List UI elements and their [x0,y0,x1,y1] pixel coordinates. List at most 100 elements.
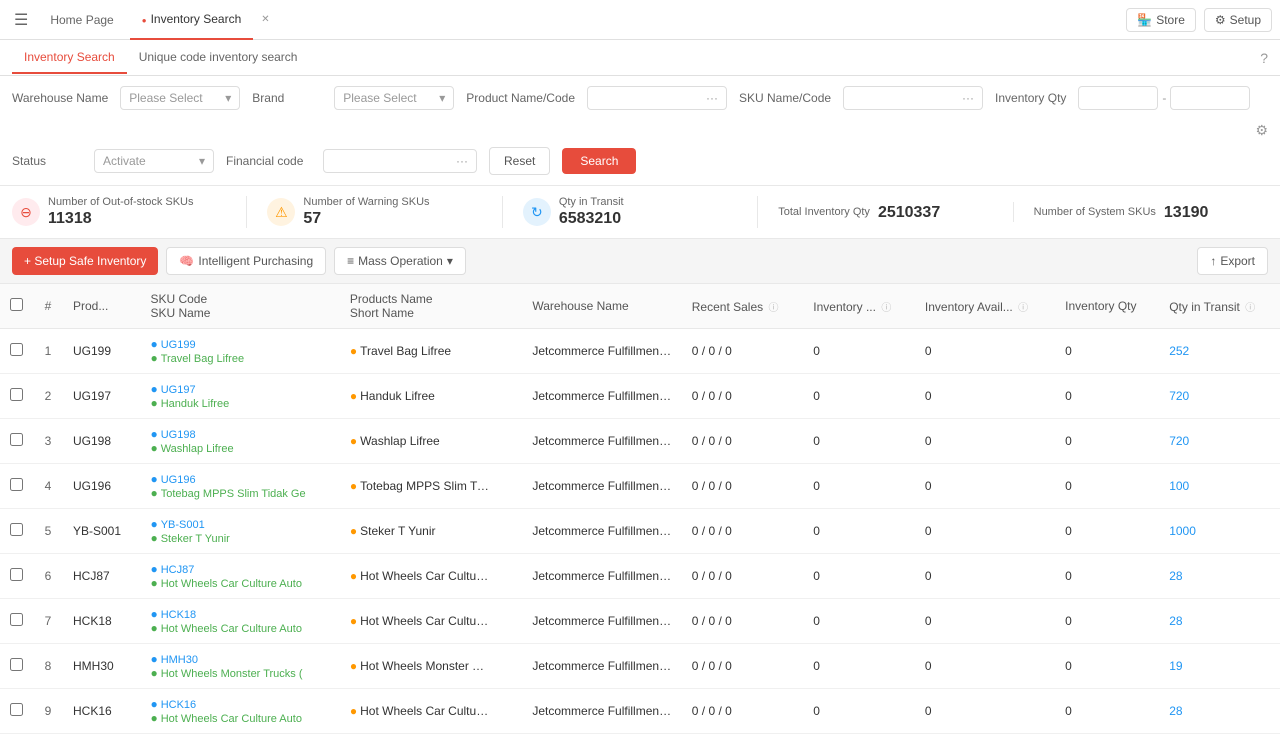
mass-operation-button[interactable]: ≡ Mass Operation ▾ [334,247,466,275]
row-warehouse: Jetcommerce Fulfillment Cente [522,509,681,554]
row-checkbox-5[interactable] [10,568,23,581]
financial-dots-icon[interactable]: ··· [456,154,468,168]
mass-op-label: Mass Operation [358,254,443,268]
inventory-info-icon[interactable]: ⓘ [881,303,891,314]
table-header-row: # Prod... SKU Code SKU Name Products Nam… [0,284,1280,329]
settings-icon[interactable]: ⚙ [1255,122,1268,139]
select-all-checkbox[interactable] [10,298,23,311]
product-name-code-input[interactable]: ··· [587,86,727,110]
inventory-table-container: # Prod... SKU Code SKU Name Products Nam… [0,284,1280,734]
header-warehouse: Warehouse Name [522,284,681,329]
filter-area: Warehouse Name Please Select ▾ Brand Ple… [0,76,1280,186]
list-icon: ≡ [347,254,354,268]
store-button[interactable]: 🏪 Store [1126,8,1196,32]
row-warehouse: Jetcommerce Fulfillment Cente [522,464,681,509]
header-checkbox-col [0,284,33,329]
export-button[interactable]: ↑ Export [1197,247,1268,275]
row-qty-transit: 28 [1159,599,1280,644]
inventory-avail-info-icon[interactable]: ⓘ [1018,303,1028,314]
row-prod: UG197 [63,374,140,419]
sku-name-code-label: SKU Name/Code [739,91,831,105]
row-product-name-val: ●Hot Wheels Car Culture Auto [350,614,512,629]
header-inventory-avail: Inventory Avail... ⓘ [915,284,1055,329]
close-tab-button[interactable]: ✕ [261,14,269,25]
setup-button[interactable]: ⚙ Setup [1204,8,1272,32]
search-button[interactable]: Search [562,148,636,174]
recent-sales-info-icon[interactable]: ⓘ [768,303,778,314]
row-warehouse: Jetcommerce Fulfillment Cente [522,689,681,734]
row-checkbox-cell [0,509,33,554]
nav-left: ☰ Home Page Inventory Search ✕ [8,0,270,40]
brand-select[interactable]: Please Select ▾ [334,86,454,110]
row-sku: ●HCJ87 ●Hot Wheels Car Culture Auto [140,554,339,599]
financial-code-field[interactable] [332,154,452,168]
row-prod: UG196 [63,464,140,509]
row-inventory-qty: 0 [1055,644,1159,689]
table-body: 1 UG199 ●UG199 ●Travel Bag Lifree ●Trave… [0,329,1280,734]
row-checkbox-0[interactable] [10,343,23,356]
home-page-tab[interactable]: Home Page [38,0,125,40]
row-inventory-qty: 0 [1055,509,1159,554]
row-prod: YB-S001 [63,509,140,554]
row-sku-code: ●YB-S001 [150,517,329,531]
row-checkbox-2[interactable] [10,433,23,446]
row-inventory-qty: 0 [1055,419,1159,464]
row-num: 8 [33,644,63,689]
row-sku-code: ●HCJ87 [150,562,329,576]
sku-name-code-field[interactable] [852,91,958,105]
row-product-name: ●Totebag MPPS Slim Tidak Ge [340,464,522,509]
out-of-stock-value: 11318 [48,210,194,228]
filter-row-2: Status Activate ▾ Financial code ··· Res… [12,147,1268,175]
header-sku-name: SKU Name [150,306,329,320]
intelligent-purchasing-button[interactable]: 🧠 Intelligent Purchasing [166,247,326,275]
setup-safe-inventory-button[interactable]: + Setup Safe Inventory [12,247,158,275]
header-inventory-qty: Inventory Qty [1055,284,1159,329]
row-product-name: ●Hot Wheels Car Culture Auto [340,689,522,734]
inventory-search-tab[interactable]: Inventory Search [130,0,254,40]
row-qty-transit: 720 [1159,419,1280,464]
row-checkbox-6[interactable] [10,613,23,626]
row-product-name: ●Hot Wheels Monster Trucks ( [340,644,522,689]
status-select[interactable]: Activate ▾ [94,149,214,173]
product-dots-icon[interactable]: ··· [706,91,718,105]
row-checkbox-4[interactable] [10,523,23,536]
tab-unique-code[interactable]: Unique code inventory search [127,42,310,74]
inventory-qty-min[interactable] [1078,86,1158,110]
qty-transit-info-icon[interactable]: ⓘ [1245,303,1255,314]
inventory-qty-max[interactable] [1170,86,1250,110]
row-inventory-avail: 0 [915,689,1055,734]
row-checkbox-7[interactable] [10,658,23,671]
row-sku-code: ●HCK18 [150,607,329,621]
row-prod: HCJ87 [63,554,140,599]
stat-system-skus: Number of System SKUs 13190 [1014,202,1268,222]
tab-inventory-search[interactable]: Inventory Search [12,42,127,74]
row-prod: HMH30 [63,644,140,689]
sku-dots-icon[interactable]: ··· [962,91,974,105]
help-icon[interactable]: ? [1260,50,1268,66]
row-checkbox-cell [0,689,33,734]
row-product-name: ●Washlap Lifree [340,419,522,464]
row-inventory-avail: 0 [915,554,1055,599]
row-product-name-val: ●Hot Wheels Car Culture Auto [350,704,512,719]
row-num: 3 [33,419,63,464]
row-checkbox-3[interactable] [10,478,23,491]
hamburger-button[interactable]: ☰ [8,6,34,34]
row-product-name: ●Travel Bag Lifree [340,329,522,374]
row-prod: UG199 [63,329,140,374]
product-name-code-field[interactable] [596,91,702,105]
row-checkbox-8[interactable] [10,703,23,716]
nav-right: 🏪 Store ⚙ Setup [1126,8,1272,32]
row-sku-name: ●Hot Wheels Car Culture Auto [150,576,329,590]
row-inventory-qty: 0 [1055,464,1159,509]
row-checkbox-1[interactable] [10,388,23,401]
sku-name-code-input[interactable]: ··· [843,86,983,110]
warehouse-select[interactable]: Please Select ▾ [120,86,240,110]
financial-code-input[interactable]: ··· [323,149,477,173]
row-product-name-val: ●Hot Wheels Monster Trucks ( [350,659,512,674]
row-product-name-val: ●Travel Bag Lifree [350,344,512,359]
table-row: 9 HCK16 ●HCK16 ●Hot Wheels Car Culture A… [0,689,1280,734]
header-short-name: Short Name [350,306,512,320]
row-sku-code: ●HMH30 [150,652,329,666]
reset-button[interactable]: Reset [489,147,550,175]
stat-out-of-stock: ⊖ Number of Out-of-stock SKUs 11318 [12,196,247,228]
